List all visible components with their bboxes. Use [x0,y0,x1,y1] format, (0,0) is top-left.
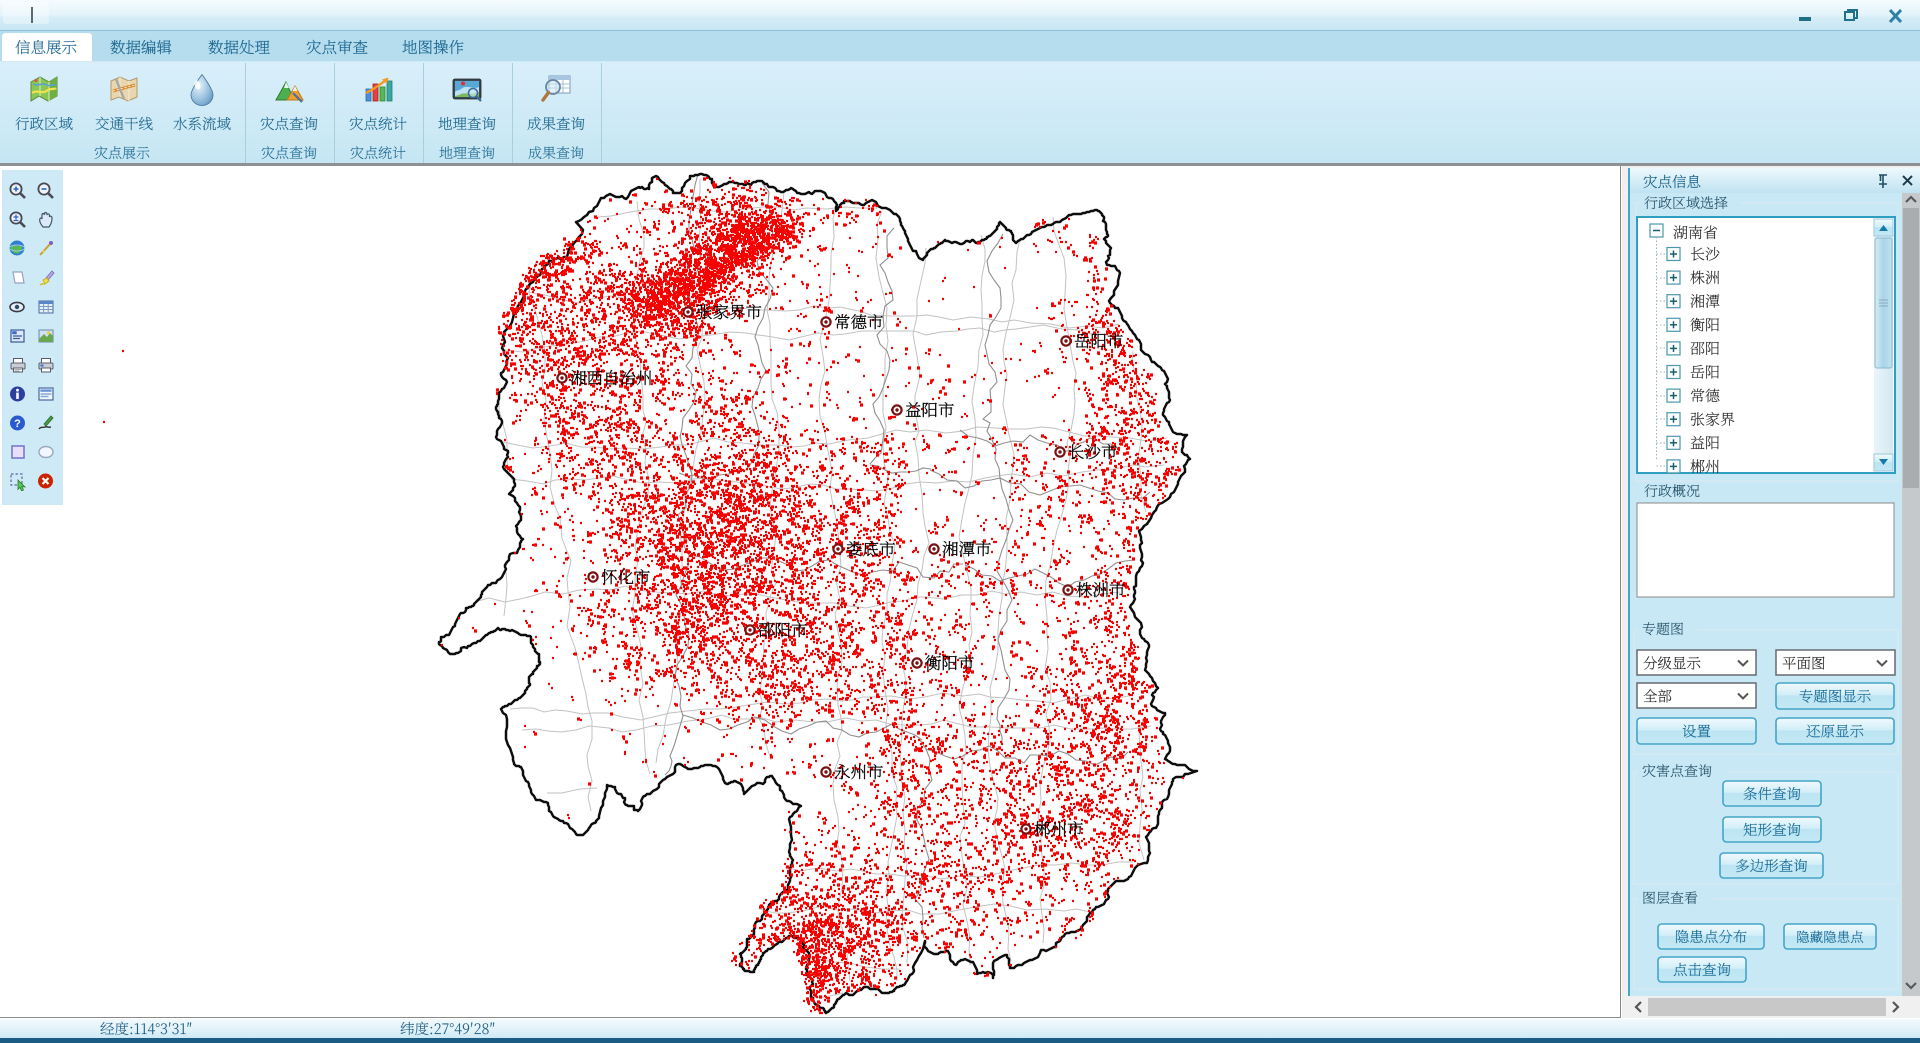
svg-text:?: ? [14,418,21,430]
